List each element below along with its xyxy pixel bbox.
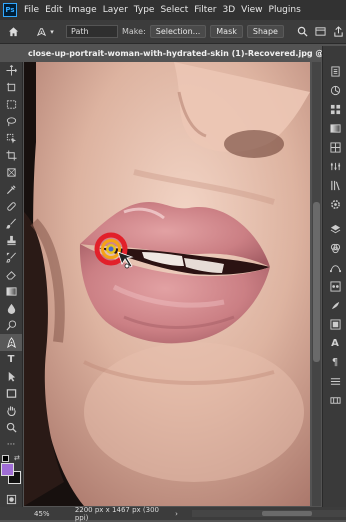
swatches-icon[interactable] — [323, 100, 346, 119]
status-bar: 45% 2200 px x 1467 px (300 ppi) › — [0, 506, 346, 522]
crop-icon[interactable] — [0, 147, 22, 164]
document-tab[interactable]: close-up-portrait-woman-with-hydrated-sk… — [24, 46, 322, 61]
selection-button[interactable]: Selection... — [149, 25, 207, 38]
menu-file[interactable]: File — [21, 5, 42, 15]
quick-mask-icon[interactable] — [0, 491, 22, 508]
frame-icon[interactable] — [0, 164, 22, 181]
menu-view[interactable]: View — [238, 5, 265, 15]
mask-button[interactable]: Mask — [210, 25, 243, 38]
document-tab-bar: close-up-portrait-woman-with-hydrated-sk… — [24, 46, 322, 61]
path-select-icon[interactable] — [0, 368, 22, 385]
adjustments-icon[interactable] — [323, 157, 346, 176]
paths-icon[interactable] — [323, 258, 346, 277]
chevron-down-icon[interactable]: ▾ — [48, 25, 56, 39]
properties-icon[interactable] — [323, 195, 346, 214]
gradient-icon[interactable] — [0, 283, 22, 300]
horizontal-scrollbar-thumb[interactable] — [261, 511, 312, 516]
menu-layer[interactable]: Layer — [100, 5, 131, 15]
home-icon[interactable] — [6, 25, 20, 39]
portrait-image — [24, 62, 310, 506]
zoom-level[interactable]: 45% — [0, 510, 65, 518]
timeline-icon[interactable] — [323, 391, 346, 410]
channels-icon[interactable] — [323, 239, 346, 258]
swap-colors-icon[interactable]: ⇄ — [14, 454, 20, 462]
rectangle-icon[interactable] — [0, 385, 22, 402]
menu-image[interactable]: Image — [66, 5, 100, 15]
shapes-icon[interactable] — [323, 315, 346, 334]
healing-icon[interactable] — [0, 198, 22, 215]
brushes-icon[interactable] — [323, 277, 346, 296]
learn-icon[interactable] — [323, 296, 346, 315]
options-bar: ▾ Path Make: Selection... Mask Shape — [0, 20, 346, 44]
dodge-icon[interactable] — [0, 317, 22, 334]
make-label: Make: — [122, 27, 146, 36]
vertical-scrollbar[interactable] — [312, 62, 321, 506]
more-icon[interactable]: ··· — [0, 436, 22, 453]
history-icon[interactable] — [323, 62, 346, 81]
marquee-icon[interactable] — [0, 96, 22, 113]
panel-dock: A ¶ — [322, 46, 346, 507]
history-brush-icon[interactable] — [0, 249, 22, 266]
paragraph-icon[interactable]: ¶ — [323, 353, 346, 372]
document-dimensions[interactable]: 2200 px x 1467 px (300 ppi) — [75, 506, 171, 522]
brush-icon[interactable] — [0, 215, 22, 232]
lasso-icon[interactable] — [0, 113, 22, 130]
menu-type[interactable]: Type — [131, 5, 158, 15]
character-icon[interactable]: A — [323, 334, 346, 353]
default-colors-icon[interactable] — [2, 455, 9, 462]
tools-panel: T ··· ⇄ — [0, 62, 23, 507]
layers-icon[interactable] — [323, 220, 346, 239]
color-icon[interactable] — [323, 81, 346, 100]
type-icon[interactable]: T — [0, 351, 22, 368]
eyedropper-icon[interactable] — [0, 181, 22, 198]
patterns-icon[interactable] — [323, 138, 346, 157]
zoom-icon[interactable] — [0, 419, 22, 436]
color-swatches: ⇄ — [0, 453, 22, 491]
status-arrow-icon[interactable]: › — [175, 510, 178, 518]
libraries-icon[interactable] — [323, 176, 346, 195]
photoshop-logo: Ps — [3, 3, 17, 17]
hand-icon[interactable] — [0, 402, 22, 419]
gradients-icon[interactable] — [323, 119, 346, 138]
pen-icon[interactable] — [0, 334, 22, 351]
object-select-icon[interactable] — [0, 130, 22, 147]
menu-filter[interactable]: Filter — [191, 5, 219, 15]
menu-edit[interactable]: Edit — [42, 5, 65, 15]
horizontal-scrollbar[interactable] — [191, 510, 346, 517]
shape-button[interactable]: Shape — [246, 25, 284, 38]
menu-bar: Ps File Edit Image Layer Type Select Fil… — [0, 0, 346, 20]
share-icon[interactable] — [332, 25, 346, 39]
search-icon[interactable] — [296, 25, 310, 39]
menu-plugins[interactable]: Plugins — [266, 5, 304, 15]
path-mode-select[interactable]: Path — [66, 25, 118, 38]
glyphs-icon[interactable] — [323, 372, 346, 391]
menu-3d[interactable]: 3D — [220, 5, 239, 15]
move-icon[interactable] — [0, 62, 22, 79]
pen-tool-preset-icon[interactable] — [34, 25, 48, 39]
stamp-icon[interactable] — [0, 232, 22, 249]
foreground-color-swatch[interactable] — [1, 463, 14, 476]
scrollbar-thumb[interactable] — [313, 202, 320, 362]
workspace-icon[interactable] — [314, 25, 328, 39]
artboard-icon[interactable] — [0, 79, 22, 96]
blur-icon[interactable] — [0, 300, 22, 317]
eraser-icon[interactable] — [0, 266, 22, 283]
menu-select[interactable]: Select — [157, 5, 191, 15]
document-canvas[interactable] — [24, 62, 310, 506]
